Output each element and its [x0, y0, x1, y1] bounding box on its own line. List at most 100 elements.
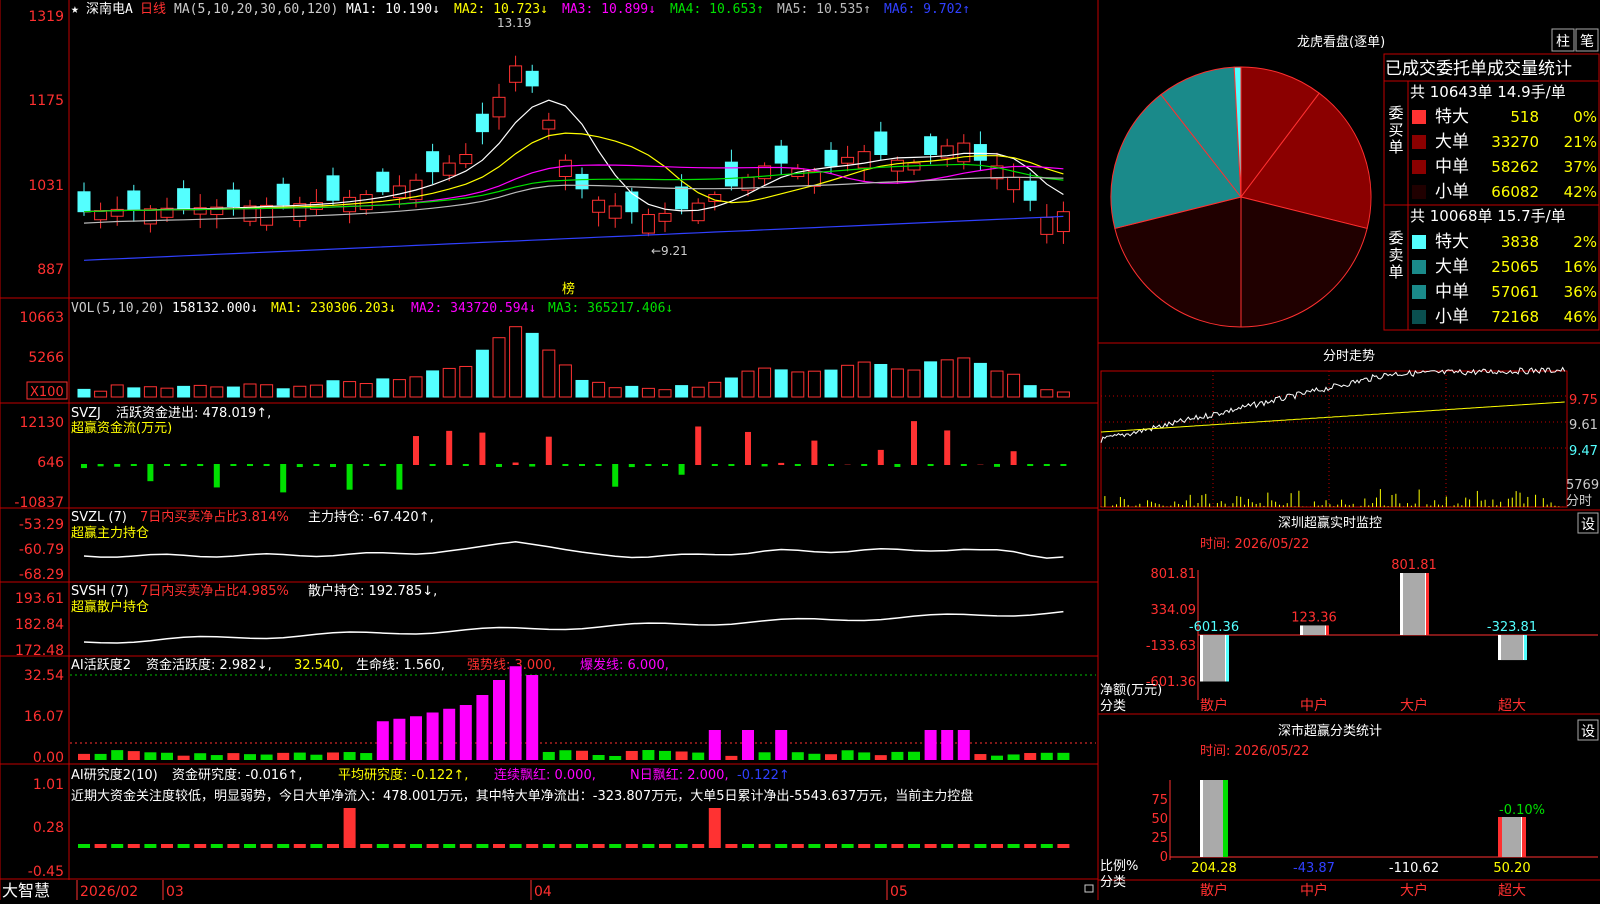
flow-bar: [778, 463, 784, 465]
y-tick: 16.07: [24, 709, 64, 725]
volume-bar: [327, 381, 339, 397]
volume-bar: [875, 364, 887, 397]
stock-name[interactable]: 深南电A: [86, 1, 133, 17]
research-bar: [875, 844, 887, 848]
classify-bar-edge: [1498, 817, 1502, 857]
volume-bar: [543, 350, 555, 397]
activity-bar: [659, 751, 671, 760]
activity-bar: [344, 752, 356, 760]
monitor-bar-shade: [1403, 573, 1425, 635]
classify-time: 时间: 2026/05/22: [1200, 744, 1309, 759]
volume-bar: [626, 386, 638, 397]
volume-bar: [941, 360, 953, 397]
minute-vol-label: 分时: [1566, 494, 1592, 509]
candle: [692, 203, 704, 221]
vol-unit[interactable]: X100: [30, 385, 64, 400]
activity-bar: [327, 752, 339, 760]
sell-total: 共 10068单 15.7手/单: [1410, 207, 1566, 225]
candle: [559, 160, 571, 176]
monitor-value-label: -323.81: [1487, 620, 1537, 635]
low-price-label: ←9.21: [651, 244, 688, 258]
monitor-bar-edge: [1226, 635, 1229, 682]
candle: [95, 211, 107, 220]
research-bar: [842, 844, 854, 848]
volume-bar: [344, 382, 356, 397]
candle: [543, 120, 555, 129]
flow-bar: [513, 463, 519, 465]
date-label: 04: [534, 884, 552, 900]
volume-bar: [128, 388, 140, 397]
panel-frames: [0, 0, 1600, 900]
minute-lines: [1101, 368, 1567, 507]
activity-bar: [194, 753, 206, 760]
volume-bar: [808, 371, 820, 397]
activity-bar: [144, 752, 156, 760]
flow-bar: [811, 441, 817, 465]
y-tick: 193.61: [15, 591, 64, 607]
flow-bar: [928, 464, 934, 466]
period-label[interactable]: 日线: [140, 2, 166, 17]
flow-bar: [878, 450, 884, 465]
research-bar: [1024, 844, 1036, 848]
stat-percent: 46%: [1564, 308, 1597, 326]
research-bar: [460, 844, 472, 848]
buy-stats-table: 委买单 共 10643单 14.9手/单 特大5180%大单3327021%中单…: [1384, 81, 1599, 205]
flow-bar: [662, 464, 668, 466]
research-bar: [377, 844, 389, 848]
volume-bar: [692, 387, 704, 397]
candle: [576, 174, 588, 188]
candle: [609, 206, 621, 218]
activity-bar: [676, 751, 688, 760]
flow-bar: [81, 464, 87, 468]
monitor-category: 散户: [1200, 697, 1228, 714]
flow-bar: [446, 431, 452, 465]
minute-chart-frame[interactable]: [1101, 371, 1567, 507]
activity-bar: [593, 755, 605, 760]
svzl-line2: 超赢主力持仓: [71, 525, 149, 541]
ai1-value: 32.540,: [294, 658, 344, 673]
research-bar: [410, 844, 422, 848]
volume-bar: [858, 362, 870, 397]
classify-bar-shade: [1501, 817, 1521, 857]
y-tick: 1031: [28, 178, 64, 194]
tick-mode-label: 笔: [1580, 34, 1594, 50]
flow-bar: [380, 464, 386, 466]
sell-stats-table: 委卖单 共 10068单 15.7手/单 特大38382%大单2506516%中…: [1384, 205, 1599, 330]
research-bar: [244, 844, 256, 848]
y-tick: 646: [37, 455, 64, 471]
research-bar: [95, 844, 107, 848]
volume-bar: [759, 368, 771, 397]
candle: [427, 152, 439, 172]
lock-icon[interactable]: [1085, 885, 1093, 892]
research-bar: [1057, 844, 1069, 848]
star-icon[interactable]: ★: [71, 2, 79, 17]
flow-bar: [894, 464, 900, 467]
candle: [974, 145, 986, 161]
ma-params: MA(5,10,20,30,60,120): [174, 2, 338, 17]
ai2-n-red: N日飘红: 2.000,: [630, 767, 729, 783]
stat-percent: 36%: [1564, 283, 1597, 301]
research-bar: [211, 844, 223, 848]
research-bar: [360, 844, 372, 848]
activity-bar: [858, 752, 870, 760]
research-bar: [759, 844, 771, 848]
volume-bar: [244, 384, 256, 397]
monitor-ylabel: 净额(万元): [1100, 683, 1162, 698]
stat-volume: 518: [1510, 108, 1539, 126]
activity-bar: [526, 675, 538, 760]
research-bar: [958, 844, 970, 848]
y-tick: 9.61: [1569, 418, 1598, 433]
stat-name: 大单: [1435, 257, 1469, 277]
volume-bar: [709, 382, 721, 397]
flow-bar: [98, 464, 104, 466]
legend-swatch: [1412, 135, 1426, 149]
activity-bar: [244, 754, 256, 760]
candlestick-chart[interactable]: [78, 56, 1069, 244]
legend-swatch: [1412, 260, 1426, 274]
monitor-time: 时间: 2026/05/22: [1200, 537, 1309, 552]
vol-ma2: MA2: 343720.594↓: [411, 301, 536, 316]
svsh-ratio: 7日内买卖净占比4.985%: [140, 583, 289, 599]
candle: [1024, 181, 1036, 200]
y-tick: -68.29: [19, 567, 64, 583]
volume-bar: [908, 370, 920, 397]
